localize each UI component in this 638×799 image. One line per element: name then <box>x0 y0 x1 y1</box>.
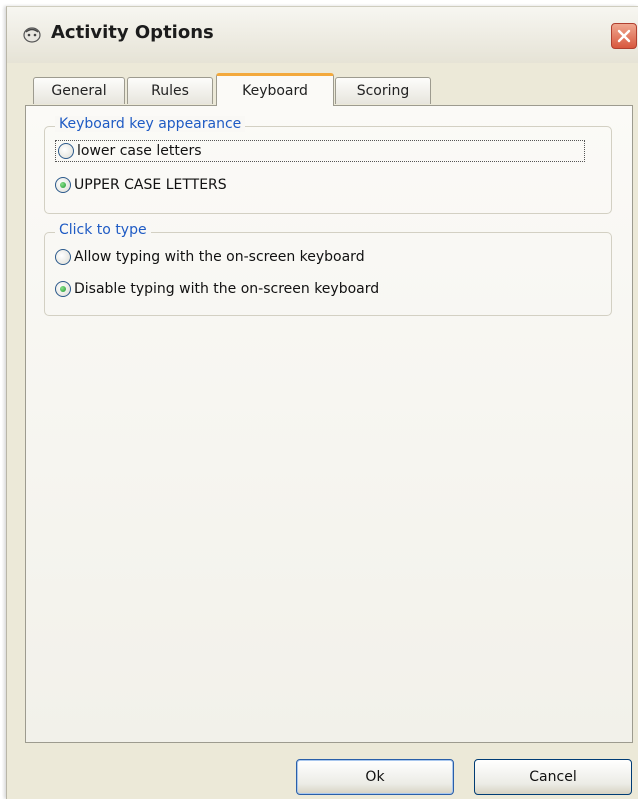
keyboard-tab-panel: Keyboard key appearance lower case lette… <box>25 105 633 743</box>
activity-options-dialog: Activity Options General Rules Keyboard … <box>6 6 638 799</box>
tab-keyboard[interactable]: Keyboard <box>216 73 334 106</box>
tab-rules[interactable]: Rules <box>127 77 213 104</box>
close-icon <box>617 29 631 43</box>
tab-strip: General Rules Keyboard Scoring <box>23 73 623 106</box>
ok-button[interactable]: Ok <box>296 759 454 795</box>
group-legend: Keyboard key appearance <box>55 116 246 132</box>
radio-button[interactable] <box>55 249 71 265</box>
focus-rect: lower case letters <box>55 140 585 162</box>
cancel-button[interactable]: Cancel <box>474 759 632 795</box>
radio-upper-case[interactable]: UPPER CASE LETTERS <box>55 173 227 197</box>
click-to-type-group: Click to type Allow typing with the on-s… <box>44 222 612 316</box>
radio-label: lower case letters <box>77 143 202 159</box>
keyboard-key-appearance-group: Keyboard key appearance lower case lette… <box>44 116 612 214</box>
radio-button-checked[interactable] <box>55 281 71 297</box>
radio-disable-typing[interactable]: Disable typing with the on-screen keyboa… <box>55 277 379 301</box>
radio-label: Disable typing with the on-screen keyboa… <box>74 281 380 297</box>
dialog-button-bar: Ok Cancel <box>7 747 638 799</box>
title-bar[interactable]: Activity Options <box>7 7 638 63</box>
radio-label: Allow typing with the on-screen keyboard <box>74 249 365 265</box>
radio-button-checked[interactable] <box>55 177 71 193</box>
radio-button[interactable] <box>58 143 74 159</box>
radio-label: UPPER CASE LETTERS <box>74 177 227 193</box>
radio-allow-typing[interactable]: Allow typing with the on-screen keyboard <box>55 245 365 269</box>
radio-lower-case[interactable]: lower case letters <box>55 139 585 163</box>
tab-general[interactable]: General <box>33 77 125 104</box>
tab-scoring[interactable]: Scoring <box>335 77 431 104</box>
dialog-title: Activity Options <box>51 22 214 43</box>
close-button[interactable] <box>611 23 637 49</box>
dialog-app-icon <box>21 23 43 45</box>
group-legend: Click to type <box>55 222 151 238</box>
